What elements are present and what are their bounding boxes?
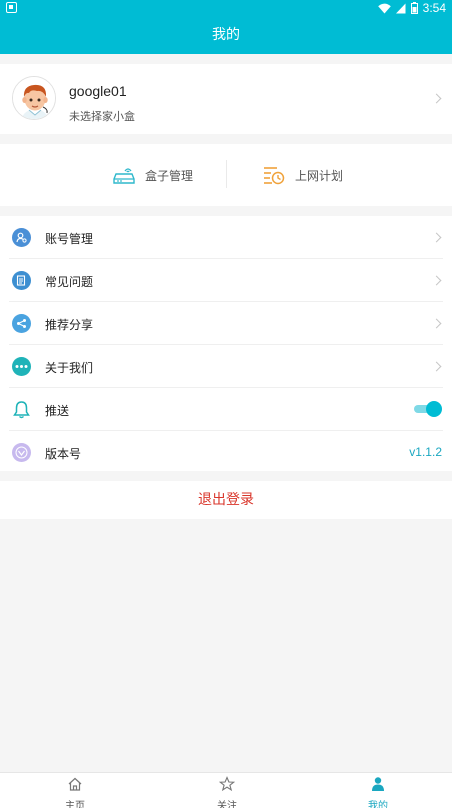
internet-plan-button[interactable]: 上网计划 bbox=[263, 162, 343, 188]
chevron-right-icon bbox=[431, 93, 442, 104]
username: google01 bbox=[69, 83, 127, 99]
home-icon bbox=[68, 777, 82, 791]
menu-item-version: 版本号 v1.1.2 bbox=[0, 431, 452, 474]
page-title: 我的 bbox=[0, 16, 452, 54]
menu-item-label: 推送 bbox=[45, 404, 70, 418]
logout-button[interactable]: 退出登录 bbox=[0, 481, 452, 519]
avatar-image bbox=[13, 77, 55, 119]
notification-icon bbox=[6, 2, 17, 13]
chevron-right-icon bbox=[431, 275, 442, 286]
box-status: 未选择家小盒 bbox=[69, 110, 135, 123]
faq-document-icon bbox=[12, 271, 31, 290]
divider bbox=[226, 160, 227, 188]
menu-item-push: 推送 bbox=[0, 388, 452, 431]
more-dots-icon bbox=[12, 357, 31, 376]
version-number: v1.1.2 bbox=[409, 445, 442, 459]
menu-item-label: 账号管理 bbox=[45, 232, 94, 246]
person-icon bbox=[372, 777, 384, 791]
menu-item-faq[interactable]: 常见问题 bbox=[0, 259, 452, 302]
bottom-tab-bar: 主页 关注 我的 bbox=[0, 772, 452, 808]
chevron-right-icon bbox=[431, 318, 442, 329]
profile-card[interactable]: google01 未选择家小盒 bbox=[0, 64, 452, 134]
menu-item-account[interactable]: 账号管理 bbox=[0, 216, 452, 259]
menu-item-label: 推荐分享 bbox=[45, 318, 94, 332]
battery-icon bbox=[410, 2, 418, 14]
tab-label: 关注 bbox=[217, 801, 237, 808]
menu-item-about[interactable]: 关于我们 bbox=[0, 345, 452, 388]
chevron-right-icon bbox=[431, 232, 442, 243]
wifi-icon bbox=[377, 3, 391, 13]
bell-icon bbox=[12, 400, 31, 419]
menu-item-share[interactable]: 推荐分享 bbox=[0, 302, 452, 345]
quick-actions: 盒子管理 上网计划 bbox=[0, 144, 452, 206]
schedule-clock-icon bbox=[264, 167, 285, 185]
version-heart-icon bbox=[12, 443, 31, 462]
status-bar: 3:54 bbox=[0, 0, 452, 16]
clock: 3:54 bbox=[422, 1, 446, 15]
account-icon bbox=[12, 228, 31, 247]
menu-item-label: 关于我们 bbox=[45, 361, 94, 375]
star-icon bbox=[218, 776, 236, 792]
push-toggle[interactable] bbox=[414, 401, 442, 417]
avatar[interactable] bbox=[12, 76, 56, 120]
toggle-knob bbox=[426, 401, 442, 417]
tab-follow[interactable]: 关注 bbox=[197, 776, 257, 808]
settings-menu: 账号管理 常见问题 推荐分享 关于我们 推送 版本号 v1.1.2 bbox=[0, 216, 452, 471]
tab-label: 主页 bbox=[65, 801, 85, 808]
tab-mine[interactable]: 我的 bbox=[348, 776, 408, 808]
status-icons: 3:54 bbox=[377, 0, 446, 16]
menu-item-label: 版本号 bbox=[45, 447, 82, 461]
router-box-icon bbox=[113, 168, 135, 184]
share-icon bbox=[12, 314, 31, 333]
tab-label: 我的 bbox=[368, 801, 388, 808]
box-management-label: 盒子管理 bbox=[145, 168, 194, 183]
internet-plan-label: 上网计划 bbox=[295, 168, 344, 183]
box-management-button[interactable]: 盒子管理 bbox=[113, 162, 193, 188]
tab-home[interactable]: 主页 bbox=[45, 776, 105, 808]
signal-icon bbox=[395, 3, 406, 13]
chevron-right-icon bbox=[431, 361, 442, 372]
menu-item-label: 常见问题 bbox=[45, 275, 94, 289]
